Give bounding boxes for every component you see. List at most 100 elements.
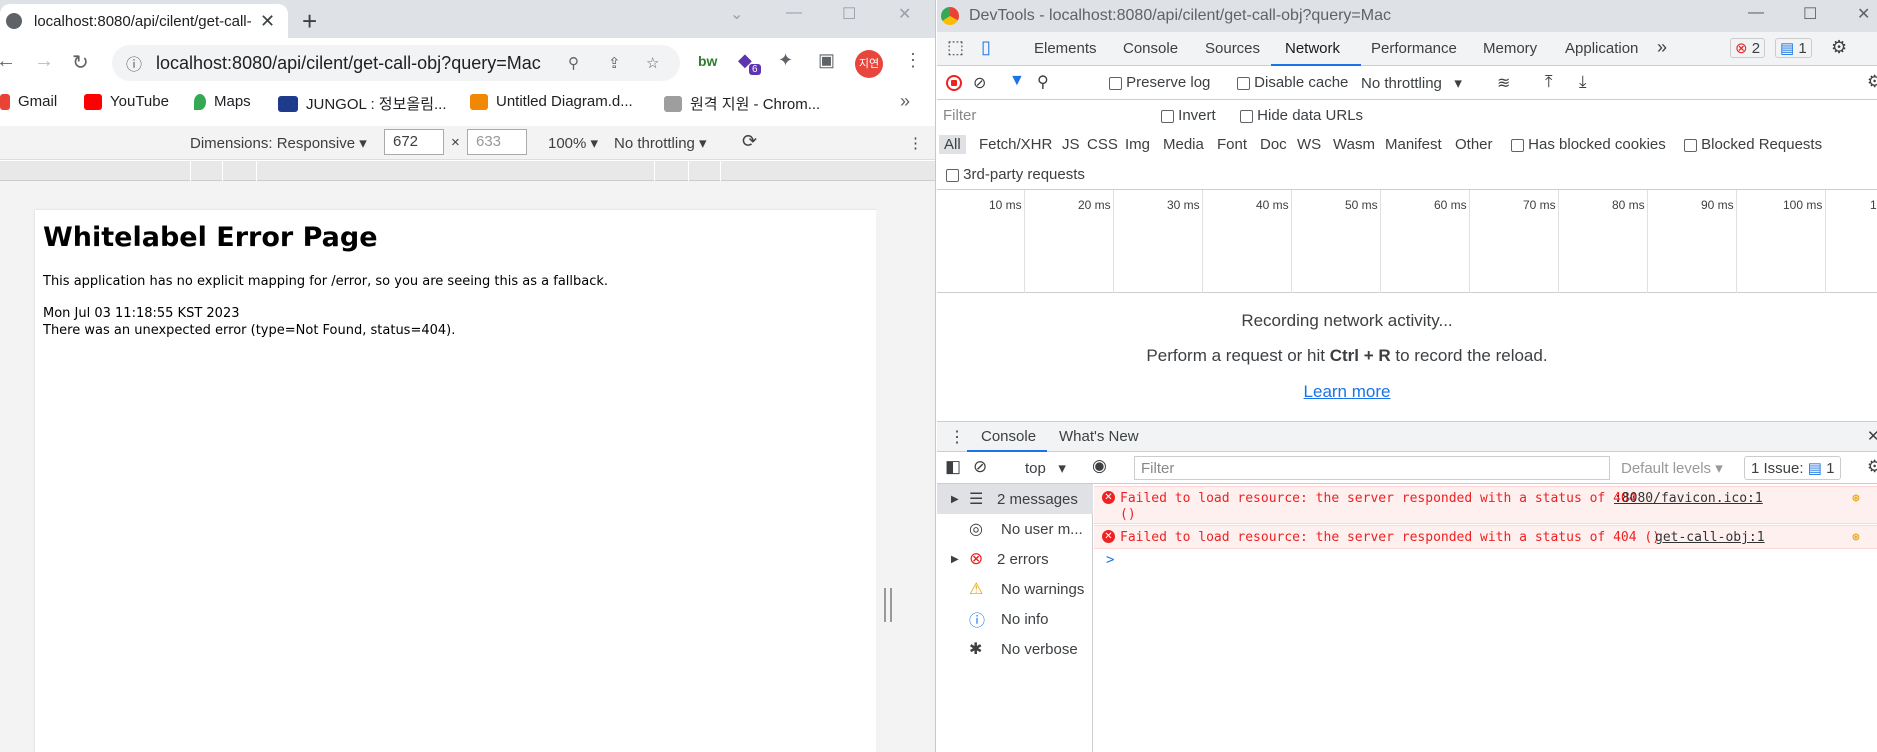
search-icon[interactable]: ⚲ [1037, 72, 1049, 92]
bookmarks-more-button[interactable]: » [900, 91, 910, 112]
network-settings-icon[interactable]: ⚙ [1867, 72, 1877, 92]
browser-tab[interactable]: localhost:8080/api/cilent/get-call-obj?q… [0, 4, 288, 38]
profile-avatar[interactable]: 지연 [855, 50, 883, 78]
reload-button[interactable]: ↻ [72, 50, 89, 75]
console-filter-input[interactable]: Filter [1134, 456, 1610, 480]
address-url[interactable]: localhost:8080/api/cilent/get-call-obj?q… [156, 53, 541, 74]
invert-checkbox[interactable]: Invert [1161, 107, 1216, 124]
puzzle-icon[interactable]: ✦ [778, 50, 793, 71]
type-all[interactable]: All [939, 135, 966, 154]
device-menu-icon[interactable]: ⋮ [908, 134, 923, 152]
error-source-link[interactable]: get-call-obj:1 [1655, 530, 1765, 545]
share-icon[interactable]: ⇪ [608, 54, 621, 72]
new-tab-button[interactable]: + [302, 6, 317, 37]
message-count-badge[interactable]: ▤ 1 [1775, 38, 1812, 58]
device-toggle-icon[interactable]: ▯ [981, 37, 991, 58]
bookmark-diagram[interactable]: Untitled Diagram.d... [470, 93, 633, 110]
console-settings-icon[interactable]: ⚙ [1867, 457, 1877, 477]
record-button[interactable] [946, 75, 962, 91]
type-wasm[interactable]: Wasm [1333, 136, 1375, 153]
sidebar-item-warnings[interactable]: ⚠ No warnings [937, 574, 1093, 604]
filter-icon[interactable]: ▼ [1009, 72, 1025, 90]
close-window-button[interactable]: ✕ [898, 4, 911, 24]
preserve-log-checkbox[interactable]: Preserve log [1109, 74, 1210, 91]
sidebar-item-messages[interactable]: ▶ ☰ 2 messages [937, 484, 1093, 514]
expand-arrow-icon[interactable]: ▶ [951, 554, 965, 565]
tab-console[interactable]: Console [1123, 40, 1178, 57]
network-request-icon[interactable]: ⊛ [1852, 530, 1860, 545]
type-img[interactable]: Img [1125, 136, 1150, 153]
drawer-tab-console[interactable]: Console [981, 428, 1036, 445]
more-tabs-button[interactable]: » [1657, 37, 1667, 58]
rotate-icon[interactable]: ⟳ [742, 131, 757, 152]
dimensions-dropdown[interactable]: Dimensions: Responsive ▾ [190, 134, 367, 152]
type-font[interactable]: Font [1217, 136, 1247, 153]
bw-extension-icon[interactable]: bw [698, 53, 717, 69]
console-error-row[interactable]: ✕ Failed to load resource: the server re… [1094, 486, 1877, 524]
tab-application[interactable]: Application [1565, 40, 1638, 57]
close-drawer-icon[interactable]: ✕ [1867, 427, 1877, 445]
minimize-button[interactable]: — [1748, 4, 1764, 22]
inspect-icon[interactable]: ⬚ [947, 37, 964, 58]
console-error-row[interactable]: ✕ Failed to load resource: the server re… [1094, 525, 1877, 549]
network-request-icon[interactable]: ⊛ [1852, 491, 1860, 506]
hide-data-urls-checkbox[interactable]: Hide data URLs [1240, 107, 1363, 124]
sidebar-item-errors[interactable]: ▶ ⊗ 2 errors [937, 544, 1093, 574]
disable-cache-checkbox[interactable]: Disable cache [1237, 74, 1348, 91]
bookmark-jungol[interactable]: JUNGOL : 정보올림... [278, 93, 447, 114]
console-prompt[interactable]: > [1106, 552, 1114, 568]
tab-sources[interactable]: Sources [1205, 40, 1260, 57]
blocked-requests-checkbox[interactable]: Blocked Requests [1684, 136, 1822, 153]
tab-performance[interactable]: Performance [1371, 40, 1457, 57]
info-icon[interactable]: ⓘ [126, 51, 142, 75]
clear-console-icon[interactable]: ⊘ [973, 457, 987, 477]
error-count-badge[interactable]: ⊗ 2 [1730, 38, 1766, 58]
sidebar-item-user-messages[interactable]: ◎ No user m... [937, 514, 1093, 544]
error-source-link[interactable]: :8080/favicon.ico:1 [1614, 491, 1763, 506]
issues-button[interactable]: 1 Issue: ▤ 1 [1744, 456, 1842, 480]
throttling-dropdown[interactable]: No throttling ▾ [614, 134, 707, 152]
log-levels-dropdown[interactable]: Default levels ▾ [1621, 459, 1723, 477]
bookmark-remote[interactable]: 원격 지원 - Chrom... [664, 93, 820, 114]
width-input[interactable]: 672 [384, 129, 444, 155]
tab-elements[interactable]: Elements [1034, 40, 1097, 57]
media-query-ruler[interactable] [0, 161, 935, 181]
bookmark-maps[interactable]: Maps [194, 93, 251, 110]
star-icon[interactable]: ☆ [646, 54, 659, 72]
type-css[interactable]: CSS [1087, 136, 1118, 153]
type-ws[interactable]: WS [1297, 136, 1321, 153]
learn-more-link[interactable]: Learn more [1304, 382, 1391, 401]
sidebar-item-verbose[interactable]: ✱ No verbose [937, 634, 1093, 664]
clear-icon[interactable]: ⊘ [973, 73, 986, 93]
type-js[interactable]: JS [1062, 136, 1080, 153]
close-tab-icon[interactable]: ✕ [260, 11, 275, 32]
has-blocked-cookies-checkbox[interactable]: Has blocked cookies [1511, 136, 1666, 153]
type-fetch-xhr[interactable]: Fetch/XHR [979, 136, 1052, 153]
network-conditions-icon[interactable]: ≋ [1497, 73, 1510, 93]
settings-gear-icon[interactable]: ⚙ [1831, 37, 1847, 58]
bookmark-youtube[interactable]: YouTube [84, 93, 169, 110]
import-har-icon[interactable]: ⤒ [1545, 72, 1553, 92]
tab-memory[interactable]: Memory [1483, 40, 1537, 57]
drawer-menu-icon[interactable]: ⋮ [949, 427, 965, 447]
tab-search-icon[interactable]: ⌄ [730, 4, 743, 24]
type-manifest[interactable]: Manifest [1385, 136, 1442, 153]
forward-button[interactable]: → [34, 50, 54, 73]
height-input[interactable]: 633 [467, 129, 527, 155]
third-party-checkbox[interactable]: 3rd-party requests [946, 166, 1085, 183]
network-throttling-dropdown[interactable]: No throttling ▾ [1361, 74, 1462, 92]
type-other[interactable]: Other [1455, 136, 1493, 153]
zoom-dropdown[interactable]: 100% ▾ [548, 134, 598, 152]
type-doc[interactable]: Doc [1260, 136, 1287, 153]
sidebar-item-info[interactable]: ⓘ No info [937, 604, 1093, 634]
close-window-button[interactable]: ✕ [1857, 4, 1870, 24]
sidebar-toggle-icon[interactable]: ◧ [945, 457, 961, 477]
bookmark-gmail[interactable]: Gmail [0, 93, 57, 110]
minimize-button[interactable]: — [786, 4, 802, 22]
menu-icon[interactable]: ⋮ [904, 50, 922, 71]
drawer-tab-whats-new[interactable]: What's New [1059, 428, 1139, 445]
expand-arrow-icon[interactable]: ▶ [951, 494, 965, 505]
maximize-button[interactable]: ☐ [842, 4, 856, 24]
context-selector[interactable]: top ▾ [1025, 459, 1066, 477]
tab-network[interactable]: Network [1285, 40, 1340, 57]
